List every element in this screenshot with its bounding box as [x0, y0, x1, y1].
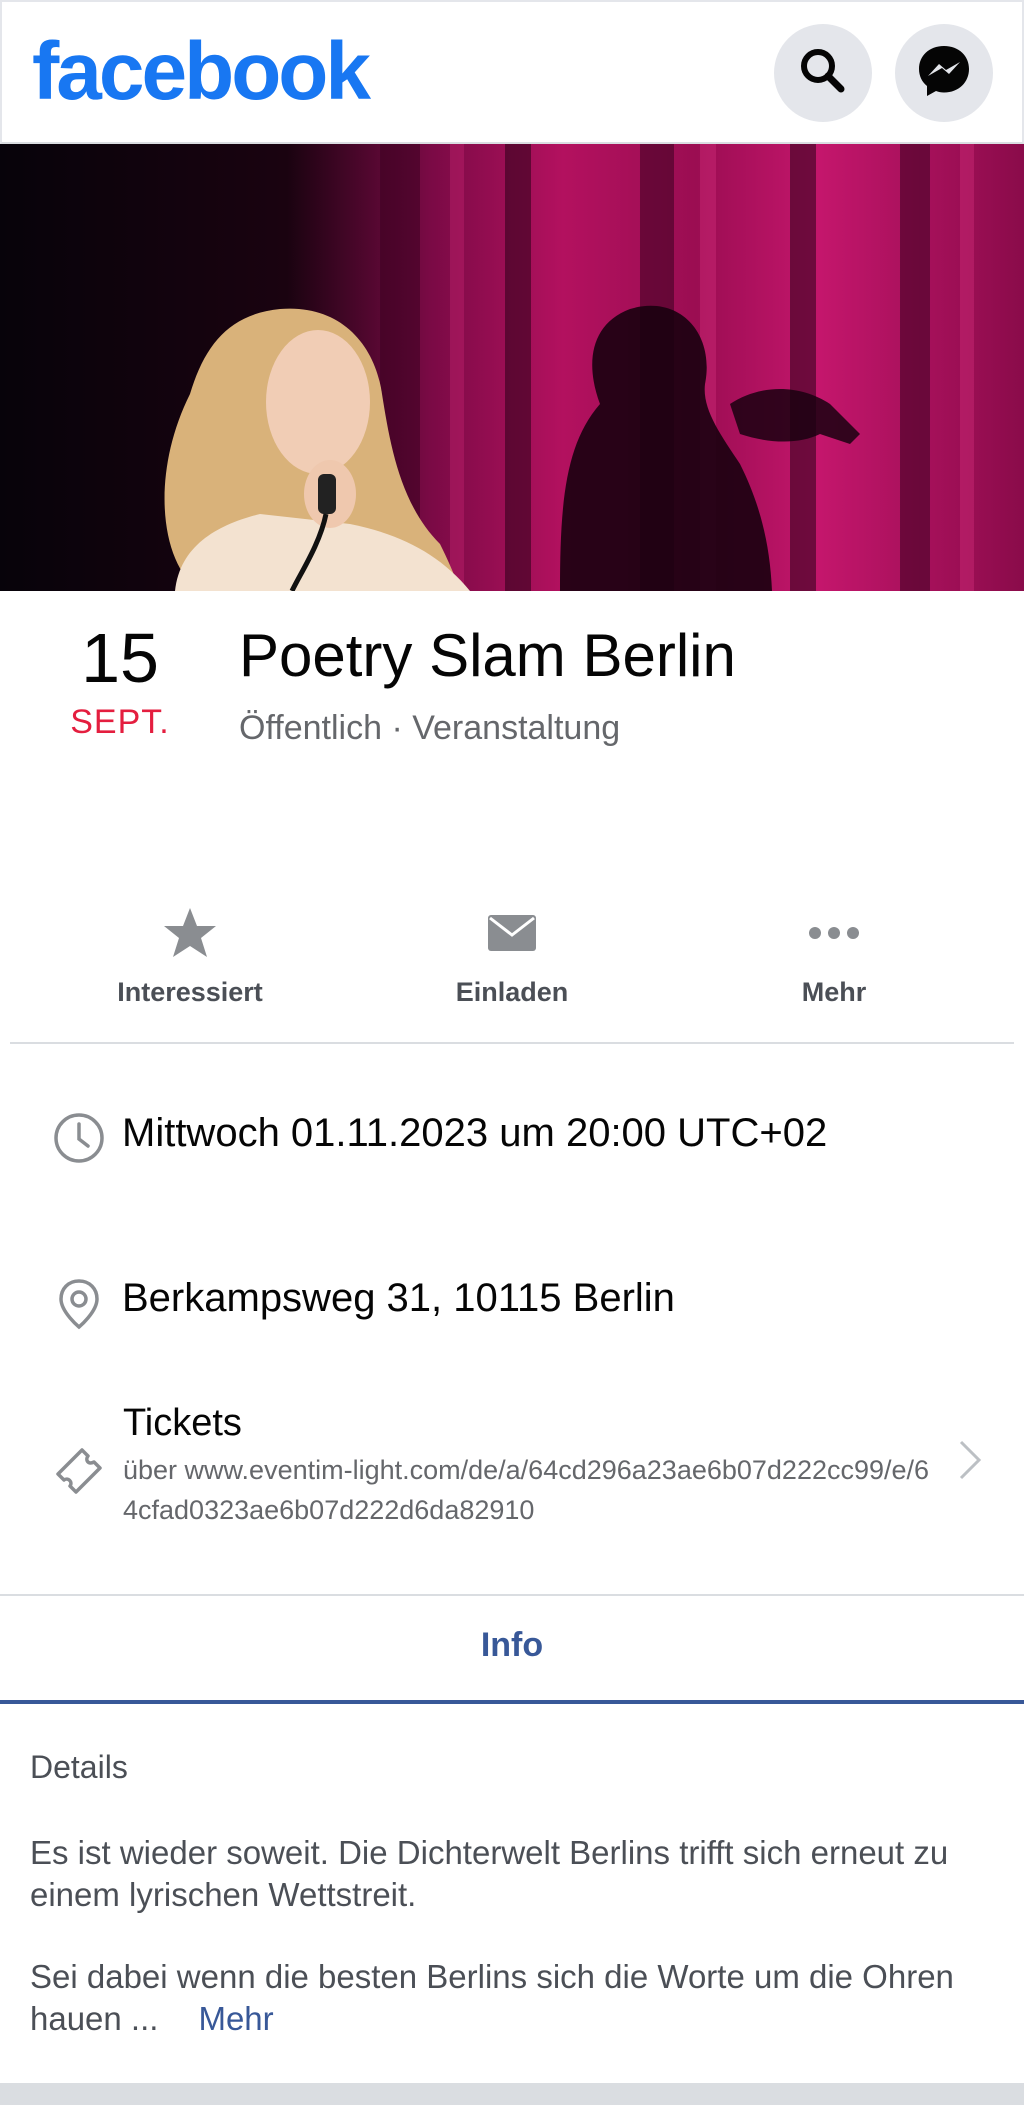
divider	[10, 1042, 1014, 1044]
event-date-month: SEPT.	[70, 703, 170, 741]
tickets-url[interactable]: über www.eventim-light.com/de/a/64cd296a…	[123, 1450, 943, 1530]
see-more-link[interactable]: Mehr	[198, 2000, 273, 2037]
event-time-row: Mittwoch 01.11.2023 um 20:00 UTC+02	[0, 1108, 1024, 1168]
search-icon	[795, 43, 851, 104]
more-label: Mehr	[801, 977, 867, 1007]
tab-bar: Info	[0, 1594, 1024, 1705]
clock-icon	[52, 1111, 106, 1165]
tickets-row[interactable]: Tickets über www.eventim-light.com/de/a/…	[0, 1398, 1024, 1568]
details-paragraph-2-text: Sei dabei wenn die besten Berlins sich d…	[30, 1958, 954, 2037]
invite-button[interactable]: Einladen	[402, 902, 622, 1022]
event-location-text: Berkampsweg 31, 10115 Berlin	[122, 1276, 675, 1320]
event-time-text: Mittwoch 01.11.2023 um 20:00 UTC+02	[122, 1111, 828, 1155]
event-title: Poetry Slam Berlin	[239, 622, 736, 689]
details-title: Details	[30, 1749, 128, 1785]
messenger-icon	[915, 42, 973, 105]
interested-button[interactable]: Interessiert	[80, 902, 300, 1022]
facebook-logo[interactable]: facebook	[32, 22, 371, 122]
event-privacy-type: Öffentlich · Veranstaltung	[239, 709, 621, 747]
more-dots-icon	[808, 902, 860, 964]
invite-label: Einladen	[455, 977, 569, 1007]
tickets-title: Tickets	[123, 1402, 242, 1444]
messenger-button[interactable]	[895, 24, 993, 122]
details-section: Details Es ist wieder soweit. Die Dichte…	[0, 1704, 1024, 2084]
search-button[interactable]	[774, 24, 872, 122]
event-cover-photo	[0, 144, 1024, 591]
interested-label: Interessiert	[117, 977, 263, 1007]
details-paragraph-2: Sei dabei wenn die besten Berlins sich d…	[30, 1956, 1010, 2040]
event-date-day: 15	[81, 619, 159, 697]
chevron-right-icon	[957, 1438, 983, 1487]
more-button[interactable]: Mehr	[724, 902, 944, 1022]
top-bar: facebook	[0, 0, 1024, 144]
ticket-icon	[52, 1444, 106, 1498]
location-pin-icon	[52, 1277, 106, 1331]
envelope-icon	[487, 902, 537, 964]
tab-info[interactable]: Info	[0, 1622, 1024, 1668]
details-paragraph-1: Es ist wieder soweit. Die Dichterwelt Be…	[30, 1834, 949, 1913]
star-icon	[162, 902, 218, 964]
event-location-row[interactable]: Berkampsweg 31, 10115 Berlin	[0, 1273, 1024, 1333]
bottom-divider	[0, 2083, 1024, 2105]
